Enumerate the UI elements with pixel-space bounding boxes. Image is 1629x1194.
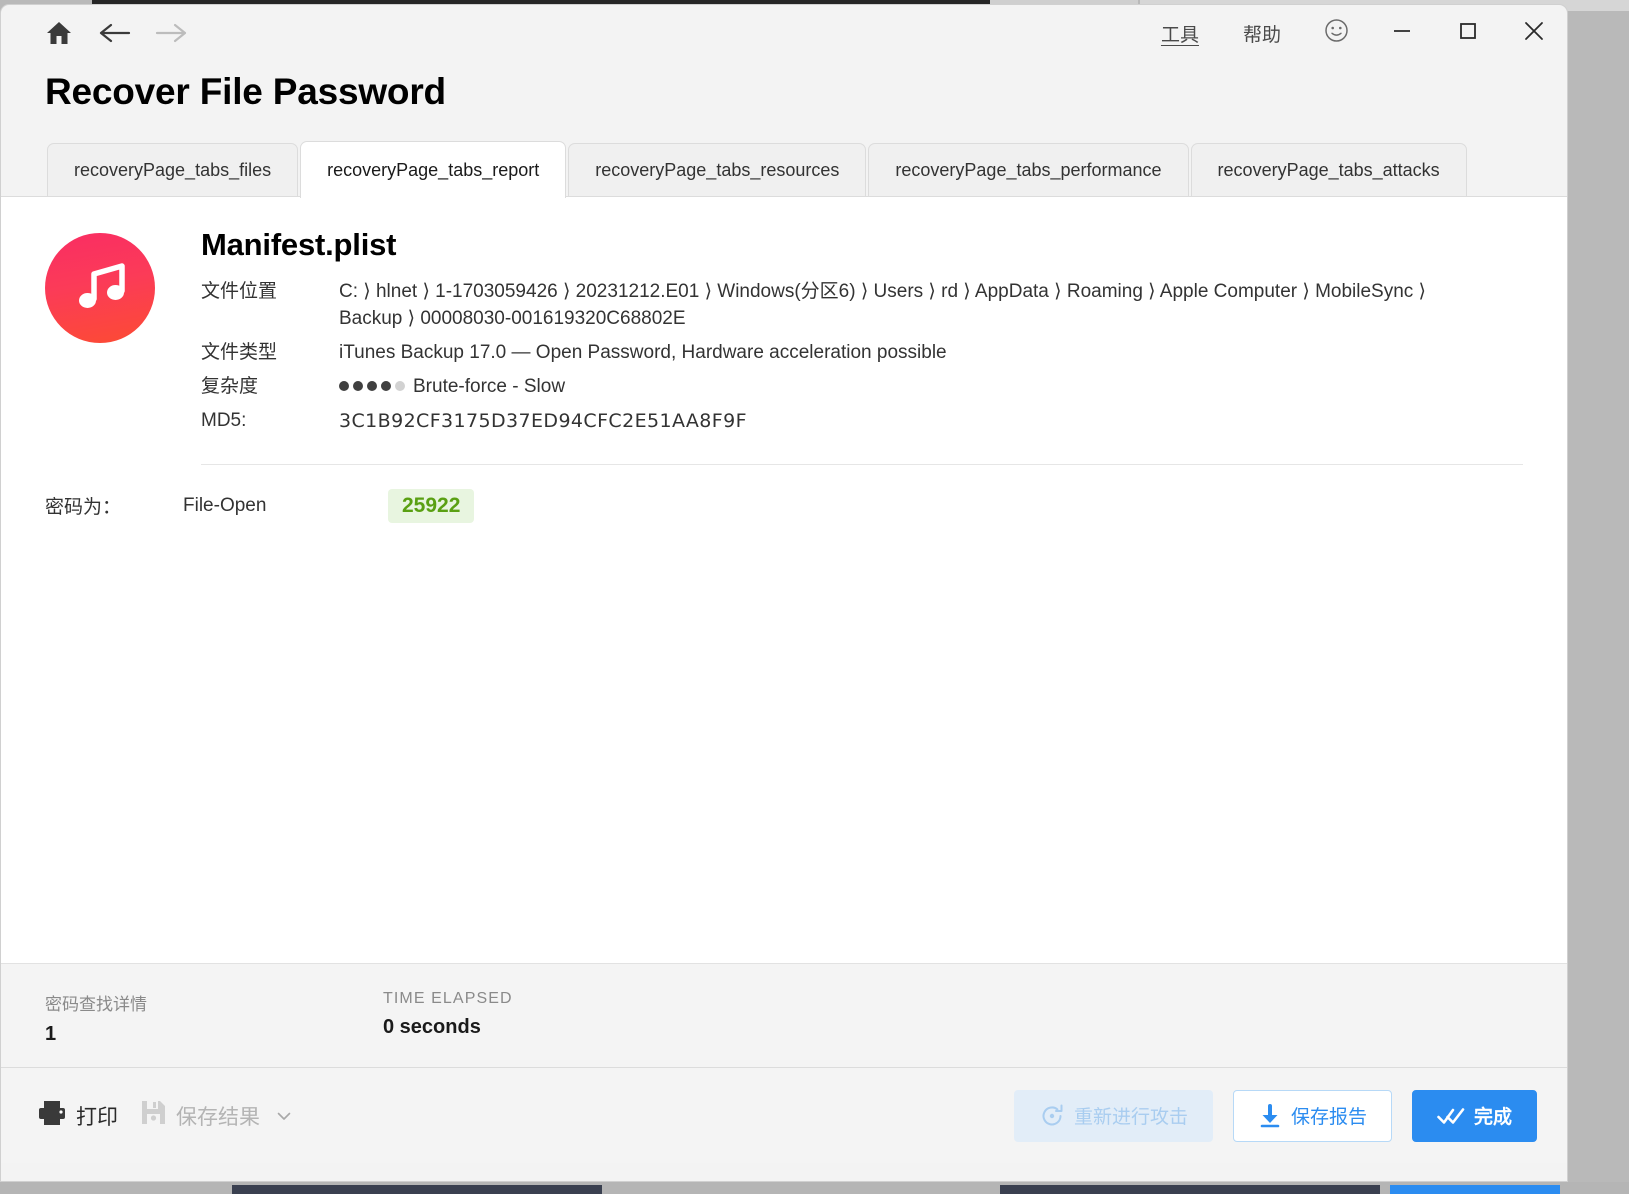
background-window-bottom-bar-2 [1000,1185,1380,1194]
finish-button[interactable]: 完成 [1411,1089,1537,1142]
password-result-row: 密码为： File-Open 25922 [1,465,1567,523]
file-icon-container [45,225,201,442]
meta-label: MD5: [201,409,247,431]
tab-label: recoveryPage_tabs_attacks [1217,160,1440,180]
meta-value-file-location: C: ⟩ hlnet ⟩ 1-1703059426 ⟩ 20231212.E01… [339,281,1426,329]
home-icon [45,20,73,46]
maximize-button[interactable] [1435,5,1501,61]
feedback-button[interactable] [1303,5,1369,61]
file-summary: Manifest.plist 文件位置 C: ⟩ hlnet ⟩ 1-17030… [1,197,1567,442]
complexity-label: Brute-force - Slow [413,375,566,397]
smiley-face-icon [1324,18,1349,48]
status-caption: 密码查找详情 [45,995,147,1014]
save-report-label: 保存报告 [1290,1107,1367,1128]
help-menu[interactable]: 帮助 [1221,5,1303,61]
arrow-left-icon [98,20,132,46]
titlebar-right-group: 工具 帮助 [1139,5,1567,61]
meta-row-md5: MD5: 3C1B92CF3175D37ED94CFC2E51AA8F9F [201,408,1567,435]
meta-label: 文件类型 [201,341,278,363]
password-label: 密码为： [45,497,122,519]
complexity-rating-dots [339,380,405,391]
tab-label: recoveryPage_tabs_files [74,160,272,180]
finish-label: 完成 [1473,1107,1512,1128]
tools-menu[interactable]: 工具 [1139,5,1221,61]
minimize-button[interactable] [1369,5,1435,61]
file-name: Manifest.plist [201,227,397,262]
printer-icon [37,1099,67,1133]
rerun-attack-button: 重新进行攻击 [1013,1089,1213,1142]
close-button[interactable] [1501,5,1567,61]
complexity-dot [353,380,363,391]
background-window-bottom-accent [1390,1185,1560,1194]
save-results-label: 保存结果 [176,1105,260,1129]
tab-label: recoveryPage_tabs_resources [595,160,840,180]
page-title: Recover File Password [45,71,446,112]
meta-value-file-type: iTunes Backup 17.0 — Open Password, Hard… [339,341,947,363]
status-value: 0 seconds [383,1016,481,1038]
complexity-dot [381,380,391,391]
tab-report[interactable]: recoveryPage_tabs_report [300,141,567,198]
print-label: 打印 [76,1105,118,1129]
titlebar: 工具 帮助 [1,5,1567,61]
background-window-bottom-bar-1 [232,1185,602,1194]
tab-performance[interactable]: recoveryPage_tabs_performance [868,143,1189,197]
close-icon [1521,18,1547,49]
file-metadata: Manifest.plist 文件位置 C: ⟩ hlnet ⟩ 1-17030… [201,225,1567,442]
status-value: 1 [45,1023,57,1045]
report-panel: Manifest.plist 文件位置 C: ⟩ hlnet ⟩ 1-17030… [1,197,1567,964]
application-window: 工具 帮助 Recover File Password recoveryPage… [0,4,1568,1182]
meta-value-md5: 3C1B92CF3175D37ED94CFC2E51AA8F9F [339,409,747,432]
tab-resources[interactable]: recoveryPage_tabs_resources [568,143,867,197]
save-results-button: 保存结果 [140,1099,293,1132]
status-time-elapsed: TIME ELAPSED 0 seconds [383,990,513,1067]
password-kind: File-Open [183,494,267,516]
meta-label: 复杂度 [201,375,259,397]
status-caption: TIME ELAPSED [383,990,513,1007]
tab-label: recoveryPage_tabs_report [327,159,540,180]
tab-label: recoveryPage_tabs_performance [895,160,1162,180]
action-bar: 打印 保存结果 重新进行攻击 保存报告 完成 [1,1068,1567,1163]
chevron-down-icon[interactable] [275,1107,293,1125]
maximize-icon [1456,19,1480,48]
meta-row-location: 文件位置 C: ⟩ hlnet ⟩ 1-1703059426 ⟩ 2023121… [201,279,1567,333]
rerun-attack-label: 重新进行攻击 [1073,1107,1188,1128]
forward-button [143,11,199,55]
password-value-badge[interactable]: 25922 [388,488,475,523]
complexity-dot-empty [395,380,405,391]
save-report-button[interactable]: 保存报告 [1232,1089,1392,1142]
action-bar-left: 打印 保存结果 [37,1099,293,1133]
meta-row-filetype: 文件类型 iTunes Backup 17.0 — Open Password,… [201,340,1567,367]
itunes-music-icon [45,233,155,343]
complexity-dot [339,380,349,391]
navigation-group [1,11,199,55]
tab-attacks[interactable]: recoveryPage_tabs_attacks [1190,143,1467,197]
tabstrip: recoveryPage_tabs_files recoveryPage_tab… [1,141,1567,198]
action-bar-right: 重新进行攻击 保存报告 完成 [1013,1089,1537,1142]
refresh-icon [1039,1103,1065,1129]
print-button[interactable]: 打印 [37,1099,118,1133]
home-button[interactable] [31,11,87,55]
floppy-disk-icon [140,1099,167,1132]
meta-value-complexity: Brute-force - Slow [339,374,565,401]
status-bar: 密码查找详情 1 TIME ELAPSED 0 seconds [1,964,1567,1068]
minimize-icon [1390,19,1414,48]
complexity-dot [367,380,377,391]
tab-files[interactable]: recoveryPage_tabs_files [47,143,299,197]
arrow-right-icon [154,20,188,46]
double-check-icon [1437,1105,1465,1127]
back-button[interactable] [87,11,143,55]
meta-label: 文件位置 [201,281,278,302]
meta-row-complexity: 复杂度 Brute-force - Slow [201,374,1567,401]
download-icon [1258,1103,1282,1128]
status-password-detail: 密码查找详情 1 [45,990,147,1067]
